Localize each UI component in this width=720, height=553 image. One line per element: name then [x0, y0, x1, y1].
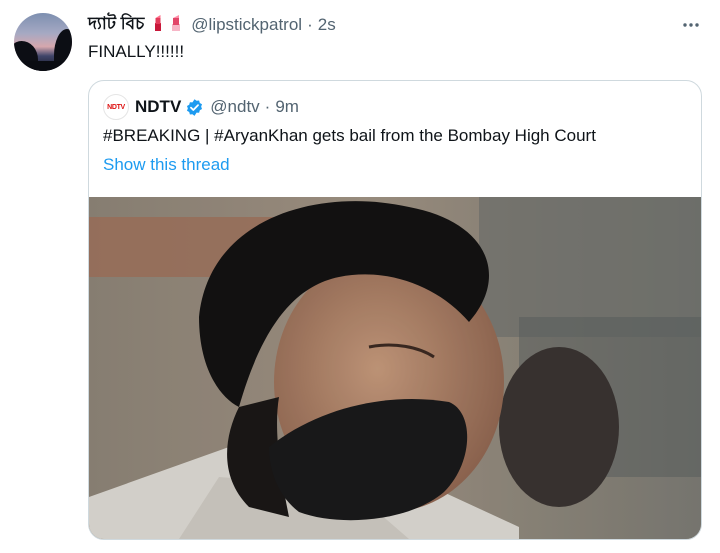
tweet-photo[interactable]	[89, 197, 701, 539]
display-name[interactable]: দ্যাট বিচ	[88, 11, 144, 39]
quoted-tweet-text: #BREAKING | #AryanKhan gets bail from th…	[103, 126, 596, 145]
show-thread-link[interactable]: Show this thread	[103, 155, 230, 175]
tweet-text: FINALLY!!!!!!	[88, 42, 185, 61]
ndtv-avatar[interactable]: NDTV	[103, 94, 129, 120]
timestamp[interactable]: 2s	[318, 15, 336, 35]
quoted-tweet-header: NDTV NDTV @ndtv · 9m	[103, 94, 299, 120]
avatar[interactable]	[14, 13, 72, 71]
tweet-header: দ্যাট বিচ @lipstickpatrol · 2s	[88, 13, 336, 37]
quoted-tweet[interactable]: NDTV NDTV @ndtv · 9m #BREAKING | #AryanK…	[88, 80, 702, 540]
handle[interactable]: @lipstickpatrol	[191, 15, 302, 35]
separator: ·	[264, 97, 271, 116]
verified-badge-icon	[185, 98, 204, 117]
more-icon[interactable]	[678, 12, 704, 38]
lipstick-emoji-icon	[169, 14, 183, 37]
lipstick-emoji-icon	[150, 14, 166, 37]
quoted-timestamp[interactable]: 9m	[275, 97, 299, 117]
quoted-display-name[interactable]: NDTV	[135, 97, 181, 117]
separator: ·	[307, 15, 313, 34]
quoted-handle[interactable]: @ndtv	[210, 97, 259, 117]
